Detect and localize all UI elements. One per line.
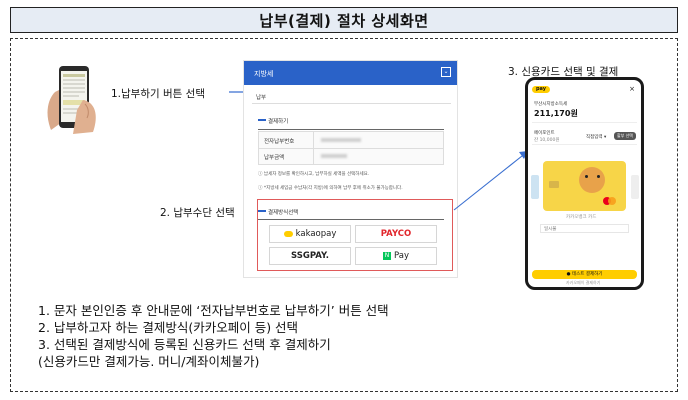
footer-text: 카카오페이 결제하기 [566,280,601,285]
direct-input[interactable]: 직접입력 ▾ [586,134,606,140]
payee-text: 부산시지방소득세 [534,102,568,107]
installment-button[interactable]: 할부 선택 [614,132,636,140]
payment-info-table: 전자납부번호 납부금액 [258,131,444,165]
ryan-character-icon [579,167,605,193]
installment-select[interactable]: 일시불 [540,224,629,233]
kakaopay-payment-screen: pay × 부산시지방소득세 211,170원 페이포인트 잔 10,000원 … [525,77,644,290]
row1-label: 전자납부번호 [264,139,295,145]
blurred-value [321,154,347,158]
pay-confirm-button[interactable]: ● 테스트 결제하기 [532,270,637,279]
step1-label: 1.납부하기 버튼 선택 [111,88,205,100]
section-title: 납부 [256,95,267,101]
subsection-title: 결제하기 [268,119,289,125]
notice-text: ⓘ 납세자 정보를 확인하시고, 납부하실 세액을 선택하세요. [258,172,370,177]
prev-card-peek[interactable] [531,175,539,199]
credit-card-image[interactable] [543,161,626,211]
title-banner: 납부(결제) 절차 상세화면 [10,7,678,33]
step3-arrow [453,151,528,211]
close-icon[interactable]: × [629,85,635,93]
card-chip-icon [549,181,559,188]
blurred-value [321,138,361,142]
screen-header-title: 지방세 [254,70,274,78]
point-label: 페이포인트 [534,131,555,136]
point-value: 잔 10,000원 [534,138,560,143]
step-instruction-3-note: (신용카드만 결제가능. 머니/계좌이체불가) [38,354,260,369]
amount-text: 211,170원 [534,109,578,118]
card-name: 카카오뱅크 카드 [566,215,597,220]
step2-label: 2. 납부수단 선택 [160,207,235,219]
row2-label: 납부금액 [264,155,285,161]
notice-text: ⓘ *지방세 세입금 수납처(각 지방)에 의하여 납부 후에 취소가 불가능합… [258,186,403,191]
kakaopay-logo: pay [532,86,550,93]
chevron-down-icon[interactable]: ⌄ [441,67,451,77]
next-card-peek[interactable] [631,175,639,199]
payment-method-highlight [257,199,453,271]
phone-in-hand-image [47,66,96,134]
screen-header: 지방세 ⌄ [244,61,457,85]
page-title: 납부(결제) 절차 상세화면 [259,11,429,30]
